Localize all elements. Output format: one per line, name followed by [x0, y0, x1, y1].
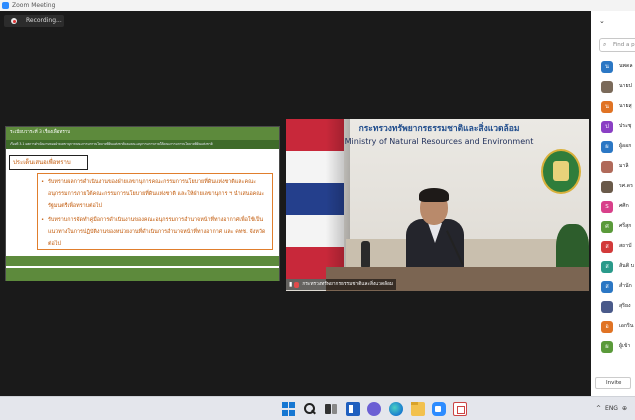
participant-name: รศ.ดร	[619, 183, 633, 189]
participant-name: ศศิก	[619, 203, 629, 209]
participant-row[interactable]: มาลิ	[591, 157, 635, 177]
slide-bullet-item: รับทราบการจัดทำคู่มือการดำเนินงานของคณะอ…	[41, 214, 269, 250]
participant-name: ผู้ออก	[619, 143, 632, 149]
participant-avatar	[601, 81, 613, 93]
ministry-seal-icon	[541, 149, 581, 194]
slide-footer-bar	[6, 256, 279, 266]
participant-name: สถาบั	[619, 243, 632, 249]
edge-icon[interactable]	[389, 402, 403, 416]
record-icon	[11, 18, 17, 24]
participant-name: นพดล	[619, 63, 633, 69]
muted-mic-icon	[294, 281, 300, 288]
participant-name: ศรีสุก	[619, 223, 632, 229]
slide-bullet-item: รับทราบผลการดำเนินงานของฝ่ายเลขานุการคณะ…	[41, 176, 269, 212]
participant-row[interactable]: สุริยง	[591, 297, 635, 317]
tray-overflow-icon[interactable]: ^	[596, 405, 601, 412]
participant-row[interactable]: ป ประชุ	[591, 117, 635, 137]
participant-avatar: น	[601, 101, 613, 113]
slide-sub-title: เรื่องที่ 3.1 ผลการดำเนินงานของฝ่ายเลขาน…	[10, 142, 213, 146]
participant-avatar: ป	[601, 121, 613, 133]
snipping-tool-icon[interactable]	[453, 402, 467, 416]
participant-row[interactable]: รศ.ดร	[591, 177, 635, 197]
participant-list: นนพดล นายปนนายสุปประชุผผู้ออก มาลิ รศ.ดร S ศศ…	[591, 57, 635, 357]
collapse-chevron-icon[interactable]: ⌄	[599, 17, 605, 25]
participant-avatar: ผ	[601, 341, 613, 353]
speaker-video[interactable]: กระทรวงทรัพยากรธรรมชาติและสิ่งแวดล้อม Mi…	[286, 119, 589, 291]
task-view-icon[interactable]	[324, 402, 338, 416]
participant-row[interactable]: ส สำนัก	[591, 277, 635, 297]
participant-avatar: ผ	[601, 141, 613, 153]
slide-content-box: รับทราบผลการดำเนินงานของฝ่ายเลขานุการคณะ…	[37, 173, 273, 250]
ministry-name-thai: กระทรวงทรัพยากรธรรมชาติและสิ่งแวดล้อม	[358, 124, 520, 134]
participant-row[interactable]: ผ ผู้เข้า	[591, 337, 635, 357]
shared-slide: ระเบียบวาระที่ 3 เรื่องเพื่อทราบ เรื่องท…	[5, 126, 280, 281]
chat-icon[interactable]	[367, 402, 381, 416]
participant-name: มาลิ	[619, 163, 629, 169]
invite-button[interactable]: Invite	[595, 377, 631, 389]
slide-agenda-title: ระเบียบวาระที่ 3 เรื่องเพื่อทราบ	[10, 130, 71, 135]
participants-panel: ⌄ ⌕ Find a p นนพดล นายปนนายสุปประชุผผู้ออ…	[591, 11, 635, 396]
participant-row[interactable]: ศ ศรีสุก	[591, 217, 635, 237]
participant-name: ประชุ	[619, 123, 632, 129]
search-icon[interactable]	[302, 402, 316, 416]
network-icon[interactable]: ⊕	[622, 405, 627, 412]
participant-avatar	[601, 181, 613, 193]
participant-row[interactable]: น นพดล	[591, 57, 635, 77]
participant-avatar: อ	[601, 321, 613, 333]
window-title: Zoom Meeting	[12, 2, 56, 9]
participant-row[interactable]: ผ ผู้ออก	[591, 137, 635, 157]
participant-name: นายสุ	[619, 103, 632, 109]
participant-name: เอกริน	[619, 323, 634, 329]
participant-avatar: ศ	[601, 221, 613, 233]
participant-search-input[interactable]: ⌕ Find a p	[599, 38, 635, 52]
widgets-icon[interactable]	[346, 402, 360, 416]
participant-name: สุริยง	[619, 303, 631, 309]
participant-name: ผู้เข้า	[619, 343, 631, 349]
participant-name: สำนัก	[619, 283, 632, 289]
search-icon: ⌕	[603, 41, 607, 48]
participant-row[interactable]: นายป	[591, 77, 635, 97]
video-participant-name: กระทรวงทรัพยากรธรรมชาติและสิ่งแวดล้อม	[302, 281, 394, 287]
slide-header-bar: ระเบียบวาระที่ 3 เรื่องเพื่อทราบ	[6, 127, 279, 140]
zoom-icon[interactable]	[432, 402, 446, 416]
participant-avatar: ส	[601, 281, 613, 293]
participant-row[interactable]: ส สถาบั	[591, 237, 635, 257]
window-titlebar: Zoom Meeting	[0, 0, 635, 11]
signal-strength-icon: ▮	[289, 280, 293, 288]
video-name-tag: ▮ กระทรวงทรัพยากรธรรมชาติและสิ่งแวดล้อม	[286, 279, 397, 290]
participant-row[interactable]: อ เอกริน	[591, 317, 635, 337]
participant-row[interactable]: น นายสุ	[591, 97, 635, 117]
slide-box-title: ประเด็นเสนอเพื่อทราบ	[9, 155, 88, 170]
slide-subheader-bar: เรื่องที่ 3.1 ผลการดำเนินงานของฝ่ายเลขาน…	[6, 140, 279, 149]
language-indicator[interactable]: ENG	[605, 405, 618, 412]
participant-avatar: ส	[601, 261, 613, 273]
participant-name: สันติ บ	[619, 263, 635, 269]
search-placeholder: Find a p	[613, 42, 635, 48]
participant-name: นายป	[619, 83, 632, 89]
recording-label: Recording...	[26, 17, 62, 24]
zoom-app-icon	[2, 2, 9, 9]
participant-row[interactable]: ส สันติ บ	[591, 257, 635, 277]
slide-footer-bar-bottom	[6, 268, 279, 281]
water-bottle	[361, 241, 370, 269]
system-tray[interactable]: ^ ENG ⊕	[596, 404, 631, 413]
participant-row[interactable]: S ศศิก	[591, 197, 635, 217]
windows-taskbar: ^ ENG ⊕	[0, 396, 635, 420]
participant-avatar: น	[601, 61, 613, 73]
participant-avatar	[601, 301, 613, 313]
recording-indicator[interactable]: Recording...	[4, 15, 64, 27]
participant-avatar: ส	[601, 241, 613, 253]
file-explorer-icon[interactable]	[411, 402, 425, 416]
participant-avatar: S	[601, 201, 613, 213]
ministry-name-english: Ministry of Natural Resources and Enviro…	[344, 137, 534, 146]
windows-start-icon[interactable]	[282, 402, 296, 416]
participant-avatar	[601, 161, 613, 173]
